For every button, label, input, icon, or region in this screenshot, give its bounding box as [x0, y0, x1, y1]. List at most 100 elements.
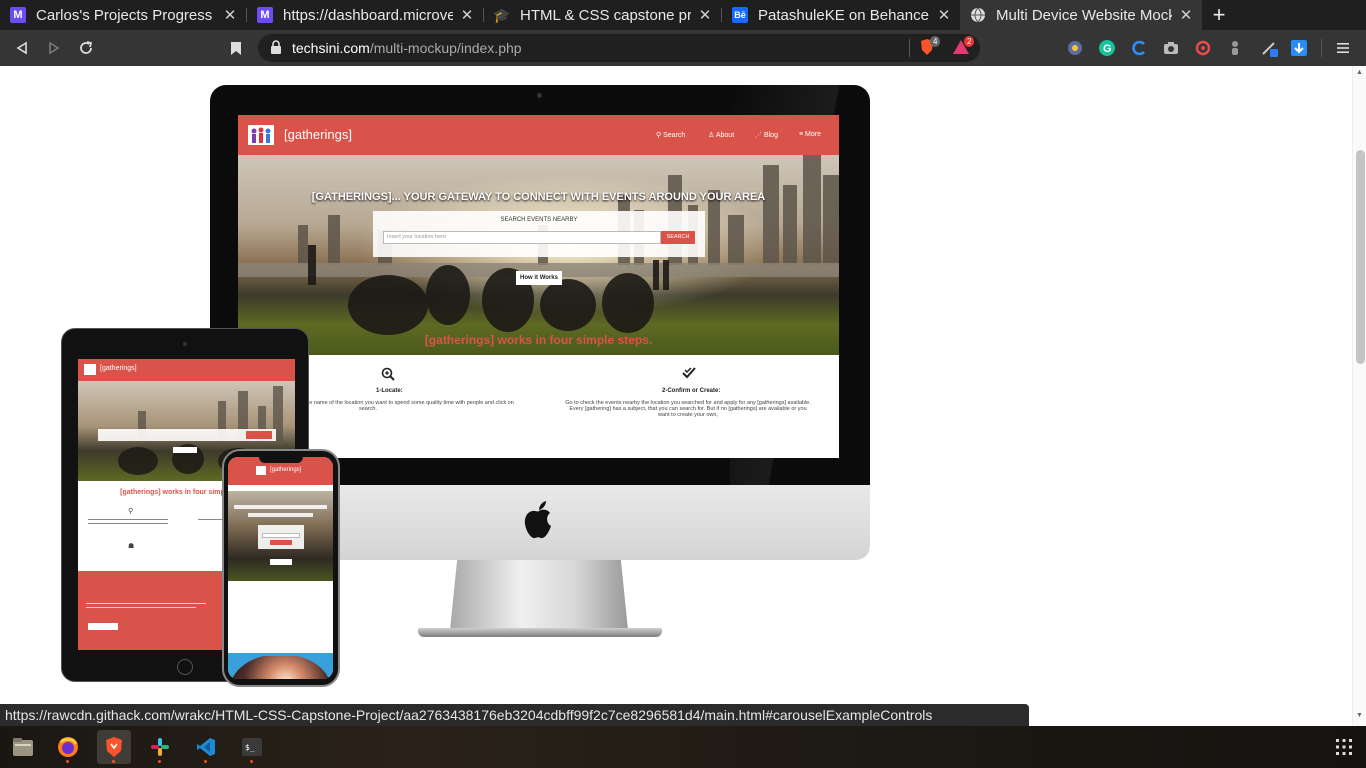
- close-tab-icon[interactable]: ✕: [697, 6, 713, 24]
- location-search-input[interactable]: Insert your location here: [383, 231, 661, 244]
- files-app-icon[interactable]: [6, 730, 40, 764]
- close-tab-icon[interactable]: ✕: [936, 6, 952, 24]
- vscode-app-icon[interactable]: [189, 730, 223, 764]
- extension-pen-icon[interactable]: [1260, 39, 1278, 57]
- grammarly-icon[interactable]: G: [1098, 39, 1116, 57]
- iphone-notch: [259, 455, 303, 463]
- close-tab-icon[interactable]: ✕: [459, 6, 475, 24]
- scroll-up-arrow-icon[interactable]: ▲: [1356, 69, 1363, 76]
- extension-c-icon[interactable]: [1130, 39, 1148, 57]
- ipad-search-button[interactable]: [246, 431, 272, 439]
- back-button[interactable]: [10, 36, 34, 60]
- imac-stand: [450, 560, 628, 630]
- imac-camera: [537, 93, 542, 98]
- mockup-hero: [GATHERINGS]... YOUR GATEWAY TO CONNECT …: [238, 155, 839, 355]
- iphone-brand: [gatherings]: [270, 467, 302, 473]
- ipad-brand: [gatherings]: [100, 365, 137, 372]
- camera-icon[interactable]: [1162, 39, 1180, 57]
- show-applications-icon[interactable]: [1336, 739, 1352, 755]
- iphone-search-button[interactable]: [270, 540, 292, 545]
- bookmark-button[interactable]: [224, 36, 248, 60]
- ipad-how-button[interactable]: [173, 447, 197, 453]
- gatherings-logo-icon: [248, 125, 274, 145]
- microverse-icon: M: [257, 7, 273, 23]
- magnify-plus-icon: [381, 367, 395, 384]
- toolbar-divider: [1321, 39, 1322, 57]
- svg-text:G: G: [1103, 43, 1112, 55]
- brave-rewards-icon[interactable]: 2: [952, 36, 975, 56]
- brave-shields-icon[interactable]: 4: [918, 36, 941, 56]
- ipad-step-text-line: [88, 519, 168, 520]
- rewards-count-badge: 2: [964, 36, 975, 47]
- url-host: techsini.com: [292, 40, 370, 56]
- ipad-home-button: [177, 659, 193, 675]
- iphone-search-box: [258, 525, 304, 549]
- mockup-search-button[interactable]: SEARCH: [661, 231, 695, 244]
- reload-button[interactable]: [74, 36, 98, 60]
- double-check-icon: [682, 367, 696, 382]
- address-bar[interactable]: techsini.com/multi-mockup/index.php 4 2: [258, 34, 980, 62]
- extension-bird-icon[interactable]: [1066, 39, 1084, 57]
- terminal-app-icon[interactable]: $_: [235, 730, 269, 764]
- user-icon: ♙: [708, 132, 716, 139]
- imac-base: [418, 628, 662, 637]
- step-1-title: 1-Locate:: [376, 388, 403, 394]
- mockup-headline: [GATHERINGS]... YOUR GATEWAY TO CONNECT …: [311, 191, 766, 203]
- page-scrollbar[interactable]: ▲ ▼: [1352, 66, 1366, 726]
- steps-heading: [gatherings] works in four simple steps.: [424, 333, 653, 347]
- step-2-title: 2-Confirm or Create:: [662, 388, 721, 394]
- iphone-hero-image: [228, 491, 333, 581]
- download-icon[interactable]: [1290, 39, 1308, 57]
- behance-icon: Bē: [732, 7, 748, 23]
- search-events-label: SEARCH EVENTS NEARBY: [500, 217, 578, 223]
- mockup-nav-about[interactable]: ♙ About: [708, 131, 734, 139]
- reload-icon: [80, 41, 93, 54]
- iphone-screen[interactable]: [gatherings]: [228, 457, 333, 679]
- scroll-down-arrow-icon[interactable]: ▼: [1356, 712, 1363, 719]
- mockup-brand: [gatherings]: [284, 127, 352, 142]
- tab-capstone[interactable]: 🎓 HTML & CSS capstone proj ✕: [484, 0, 721, 30]
- how-it-works-button[interactable]: How it Works: [516, 271, 562, 285]
- mockup-nav-more[interactable]: ≡ More: [799, 131, 821, 138]
- close-tab-icon[interactable]: ✕: [1178, 6, 1194, 24]
- bookmark-icon: [231, 41, 241, 55]
- menu-icon[interactable]: [1334, 39, 1352, 57]
- tab-label: Carlos's Projects Progress: [36, 6, 213, 24]
- address-divider: [909, 39, 910, 57]
- imac-screen[interactable]: [gatherings] ⚲ Search ♙ About ⋰ Blog ≡ M…: [238, 115, 839, 458]
- mockup-nav-blog[interactable]: ⋰ Blog: [755, 131, 778, 139]
- firefox-app-icon[interactable]: [51, 730, 85, 764]
- step-2-text: Go to check the events nearby the locati…: [565, 400, 811, 418]
- tab-multi-device-mockup[interactable]: Multi Device Website Mock ✕: [960, 0, 1202, 30]
- extension-person-icon[interactable]: [1226, 39, 1244, 57]
- tab-label: HTML & CSS capstone proj: [520, 6, 691, 24]
- apple-logo-icon: [524, 501, 551, 539]
- forward-button[interactable]: [42, 36, 66, 60]
- url-path: /multi-mockup/index.php: [369, 40, 522, 56]
- ipad-mockup-navbar: [gatherings]: [78, 359, 295, 381]
- tab-behance[interactable]: Bē PatashuleKE on Behance ✕: [722, 0, 960, 30]
- url-text[interactable]: techsini.com/multi-mockup/index.php: [292, 40, 522, 56]
- extension-swirl-icon[interactable]: [1194, 39, 1212, 57]
- mockup-nav-search[interactable]: ⚲ Search: [656, 131, 685, 139]
- shields-count-badge: 4: [930, 36, 941, 47]
- mockup-navbar: [gatherings] ⚲ Search ♙ About ⋰ Blog ≡ M…: [238, 115, 839, 155]
- iphone-how-button[interactable]: [270, 559, 292, 565]
- browser-toolbar: techsini.com/multi-mockup/index.php 4 2 …: [0, 30, 1366, 66]
- tab-label: PatashuleKE on Behance: [758, 6, 929, 24]
- new-tab-button[interactable]: +: [1208, 0, 1230, 30]
- os-taskbar: $_: [0, 726, 1366, 768]
- close-tab-icon[interactable]: ✕: [222, 6, 238, 24]
- slack-app-icon[interactable]: [143, 730, 177, 764]
- brave-app-icon[interactable]: [97, 730, 131, 764]
- ipad-footer-button[interactable]: [88, 623, 118, 630]
- forward-arrow-icon: [49, 41, 60, 55]
- magnify-plus-icon: ⚲: [128, 508, 134, 515]
- gatherings-logo-icon: [84, 364, 96, 375]
- users-icon: ☗: [128, 543, 135, 550]
- tab-carlos-progress[interactable]: M Carlos's Projects Progress ✕: [0, 0, 246, 30]
- tab-dashboard[interactable]: M https://dashboard.microve ✕: [247, 0, 483, 30]
- scrollbar-thumb[interactable]: [1356, 150, 1365, 364]
- tab-label: Multi Device Website Mock: [996, 6, 1172, 24]
- page-viewport: [gatherings] ⚲ Search ♙ About ⋰ Blog ≡ M…: [0, 66, 1352, 726]
